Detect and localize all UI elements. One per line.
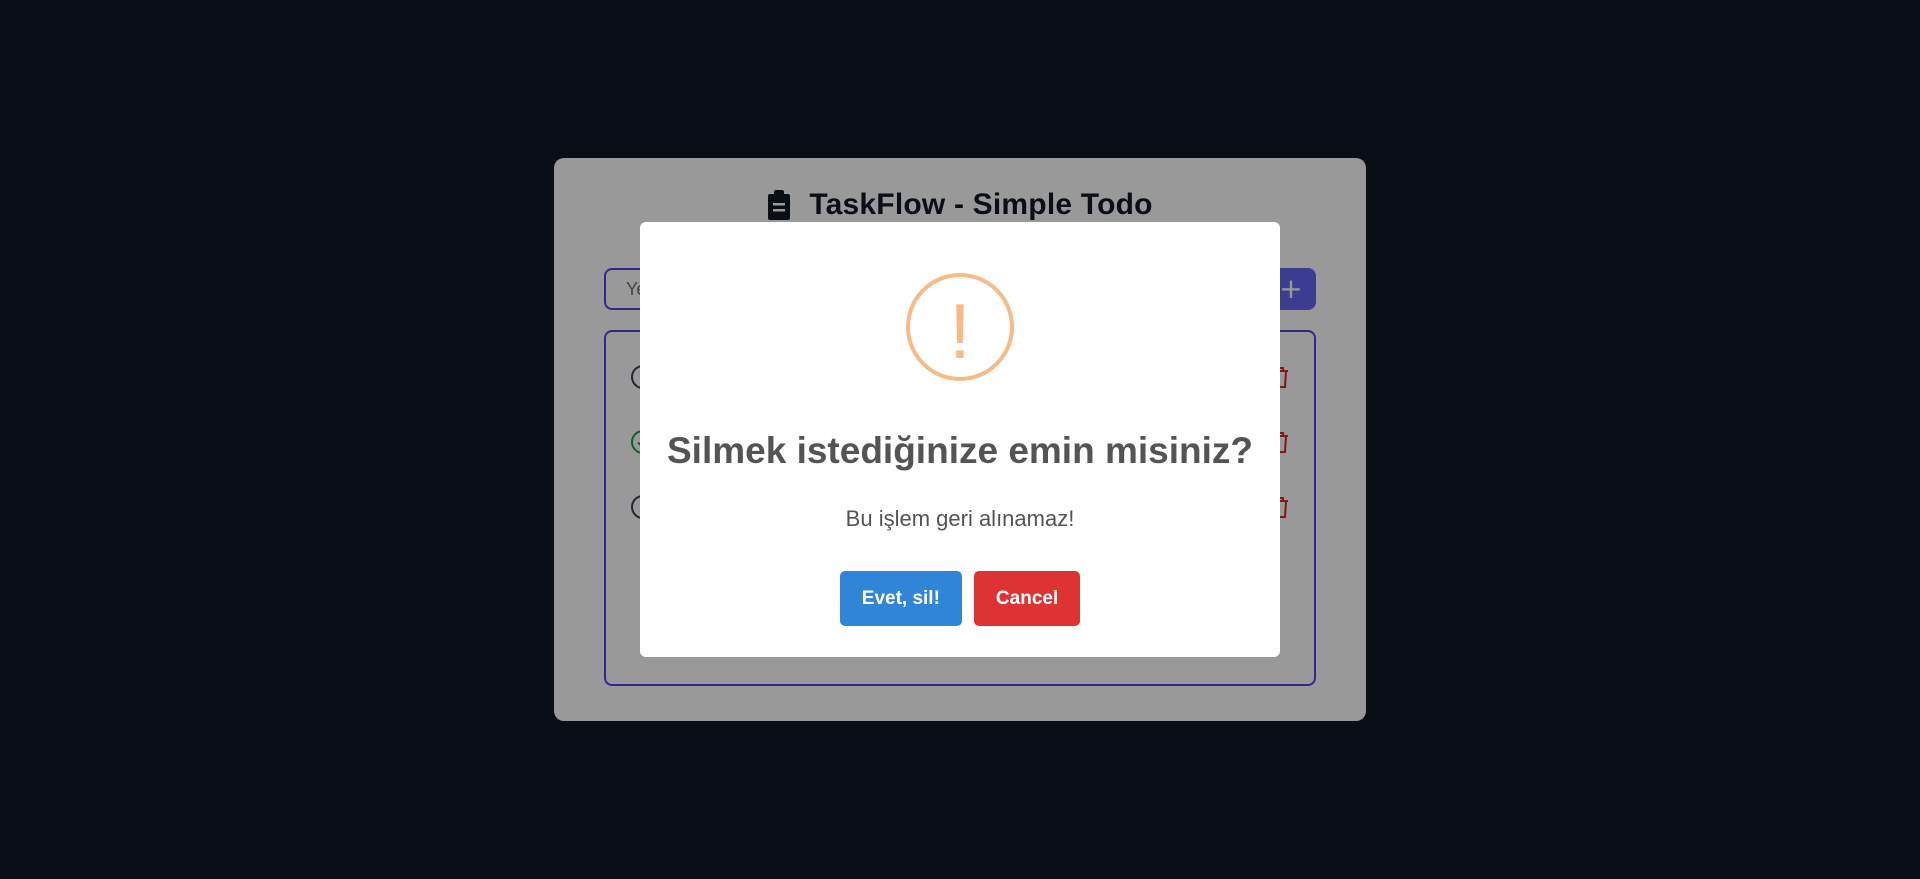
cancel-button[interactable]: Cancel (973, 571, 1081, 626)
confirm-delete-button[interactable]: Evet, sil! (839, 571, 962, 626)
warning-icon: ! (906, 273, 1014, 381)
warning-glyph: ! (949, 287, 971, 375)
dialog-actions: Evet, sil! Cancel (640, 571, 1280, 626)
dialog-text: Bu işlem geri alınamaz! (845, 506, 1075, 531)
dialog-title: Silmek istediğinize emin misiniz? (667, 430, 1253, 471)
confirm-delete-dialog: ! Silmek istediğinize emin misiniz? Bu i… (640, 222, 1280, 657)
